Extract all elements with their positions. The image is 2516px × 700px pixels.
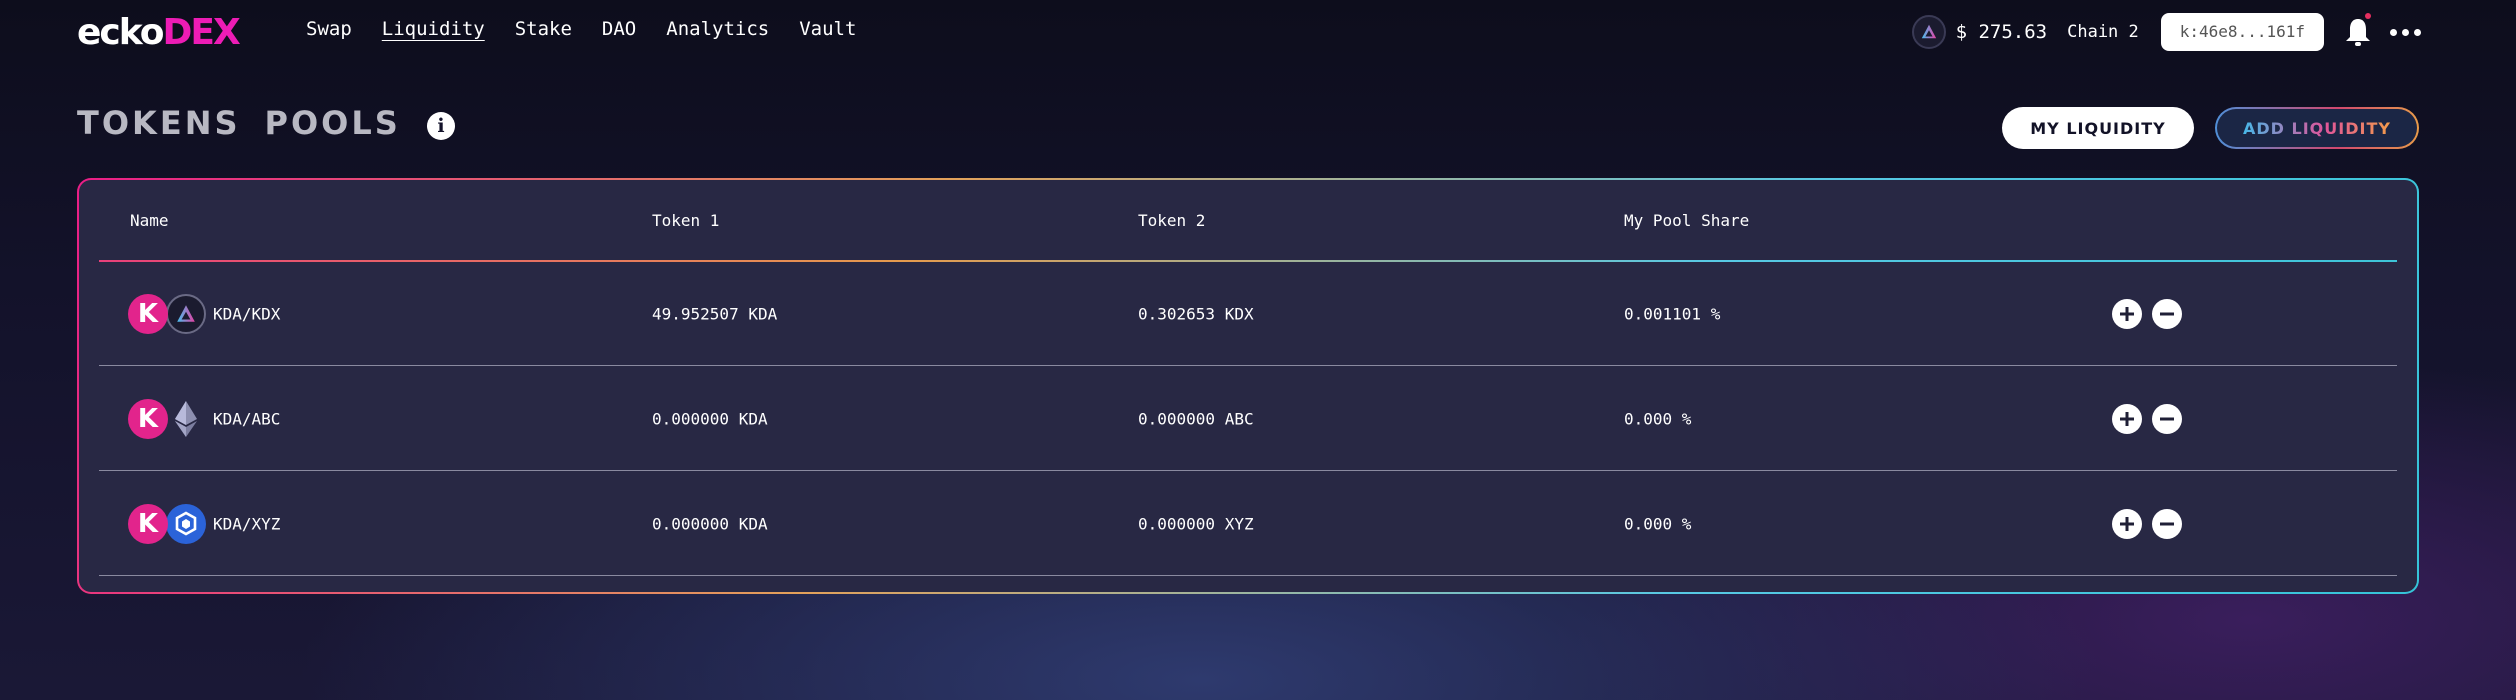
nav-dao[interactable]: DAO xyxy=(602,18,636,40)
notification-dot xyxy=(2365,13,2371,19)
kda-token-icon: K xyxy=(128,504,168,544)
row-divider xyxy=(99,575,2397,576)
kdx-price-icon xyxy=(1911,15,1946,49)
logo-text-dex: DEX xyxy=(162,12,240,53)
add-liquidity-plus-icon[interactable] xyxy=(2112,299,2142,329)
header-actions: $ 275.63 Chain 2 k:46e8...161f xyxy=(1911,13,2421,51)
chain-label[interactable]: Chain 2 xyxy=(2067,22,2139,42)
kda-token-icon: K xyxy=(128,294,168,334)
tab-pools[interactable]: POOLS xyxy=(265,104,401,142)
add-liquidity-plus-icon[interactable] xyxy=(2112,404,2142,434)
ecko-dex-logo[interactable]: ecko DEX xyxy=(77,12,241,56)
table-row: K KDA/KDX 49.952507 KDA 0.302653 KDX 0.0… xyxy=(79,262,2417,366)
column-header-token2: Token 2 xyxy=(1138,211,1206,230)
pair-name: KDA/XYZ xyxy=(213,514,281,534)
nav-swap[interactable]: Swap xyxy=(306,18,352,40)
remove-liquidity-minus-icon[interactable] xyxy=(2152,509,2182,539)
tab-tokens[interactable]: TOKENS xyxy=(77,104,241,142)
add-liquidity-button[interactable]: ADD LIQUIDITY xyxy=(2215,107,2419,149)
add-liquidity-label: ADD LIQUIDITY xyxy=(2243,118,2391,138)
my-liquidity-button[interactable]: MY LIQUIDITY xyxy=(2002,107,2194,149)
pair-icons: K xyxy=(128,294,210,334)
pair-icons: K xyxy=(128,504,210,544)
pair-name: KDA/ABC xyxy=(213,409,281,429)
row-divider xyxy=(99,365,2397,366)
pools-table: Name Token 1 Token 2 My Pool Share K KDA… xyxy=(77,178,2419,594)
more-options-icon[interactable] xyxy=(2390,28,2421,36)
token1-amount: 0.000000 KDA xyxy=(652,514,768,534)
pair-name: KDA/KDX xyxy=(213,304,281,324)
token1-amount: 49.952507 KDA xyxy=(652,304,778,324)
kdx-price: $ 275.63 xyxy=(1955,21,2048,43)
nav-analytics[interactable]: Analytics xyxy=(666,18,769,40)
nav-liquidity[interactable]: Liquidity xyxy=(382,18,485,40)
page-title: TOKENS POOLS xyxy=(77,104,401,142)
remove-liquidity-minus-icon[interactable] xyxy=(2152,299,2182,329)
row-divider xyxy=(99,470,2397,471)
table-row: K KDA/XYZ 0.000000 KDA 0.000000 XYZ 0.00… xyxy=(79,472,2417,576)
logo-text-ecko: ecko xyxy=(77,12,164,53)
main-nav: Swap Liquidity Stake DAO Analytics Vault xyxy=(306,18,856,40)
token2-amount: 0.000000 XYZ xyxy=(1138,514,1254,534)
pool-share: 0.000 % xyxy=(1624,514,1692,534)
pair-icons: K xyxy=(128,399,210,439)
hex-token-icon xyxy=(166,504,206,544)
table-row: K KDA/ABC 0.000000 KDA 0.000000 ABC 0.00… xyxy=(79,367,2417,471)
column-header-name: Name xyxy=(130,211,169,230)
kdx-token-icon xyxy=(166,294,206,334)
info-icon[interactable]: i xyxy=(427,112,455,140)
token2-amount: 0.000000 ABC xyxy=(1138,409,1254,429)
nav-vault[interactable]: Vault xyxy=(799,18,856,40)
kda-token-icon: K xyxy=(128,399,168,439)
remove-liquidity-minus-icon[interactable] xyxy=(2152,404,2182,434)
nav-stake[interactable]: Stake xyxy=(515,18,572,40)
account-button[interactable]: k:46e8...161f xyxy=(2160,13,2324,51)
ethereum-token-icon xyxy=(166,399,206,439)
notification-bell-icon[interactable] xyxy=(2342,13,2374,49)
column-header-token1: Token 1 xyxy=(652,211,720,230)
token2-amount: 0.302653 KDX xyxy=(1138,304,1254,324)
pool-share: 0.001101 % xyxy=(1624,304,1721,324)
token1-amount: 0.000000 KDA xyxy=(652,409,768,429)
pool-share: 0.000 % xyxy=(1624,409,1692,429)
add-liquidity-plus-icon[interactable] xyxy=(2112,509,2142,539)
column-header-pool-share: My Pool Share xyxy=(1624,211,1750,230)
